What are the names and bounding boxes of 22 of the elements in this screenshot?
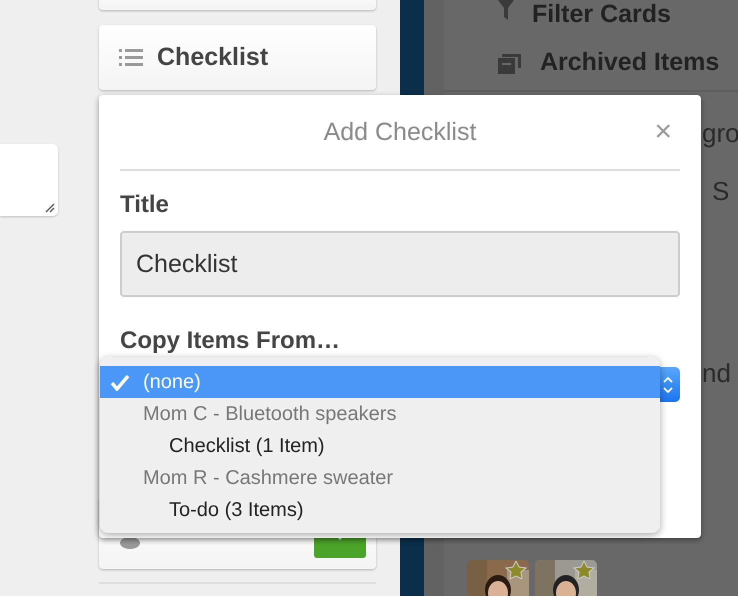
dropdown-group-label: Mom R - Cashmere sweater (142, 466, 394, 490)
comment-textarea[interactable] (0, 144, 58, 216)
star-icon (505, 561, 527, 579)
popup-title: Add Checklist (324, 118, 476, 146)
check-icon (110, 374, 130, 391)
sidebar-item-text: gro (702, 118, 738, 149)
filter-icon (498, 0, 514, 20)
sidebar-item-text: S (712, 176, 730, 207)
list-icon (119, 48, 143, 66)
eye-icon (119, 536, 141, 550)
sidebar-item-text: nd (702, 358, 731, 389)
title-input-field[interactable]: Checklist (120, 231, 680, 297)
archive-icon (498, 52, 522, 74)
dropdown-option[interactable]: Checklist (1 Item) (100, 430, 660, 462)
star-icon (573, 561, 595, 579)
checklist-button[interactable]: Checklist (99, 25, 376, 90)
stepper-icon (662, 374, 674, 394)
dropdown-option[interactable]: To-do (3 Items) (100, 494, 660, 526)
field-label: Title (120, 191, 170, 219)
resize-grip-icon (43, 201, 55, 213)
field-label: Copy Items From… (120, 327, 342, 355)
dropdown-group-label: Mom C - Bluetooth speakers (142, 402, 398, 426)
